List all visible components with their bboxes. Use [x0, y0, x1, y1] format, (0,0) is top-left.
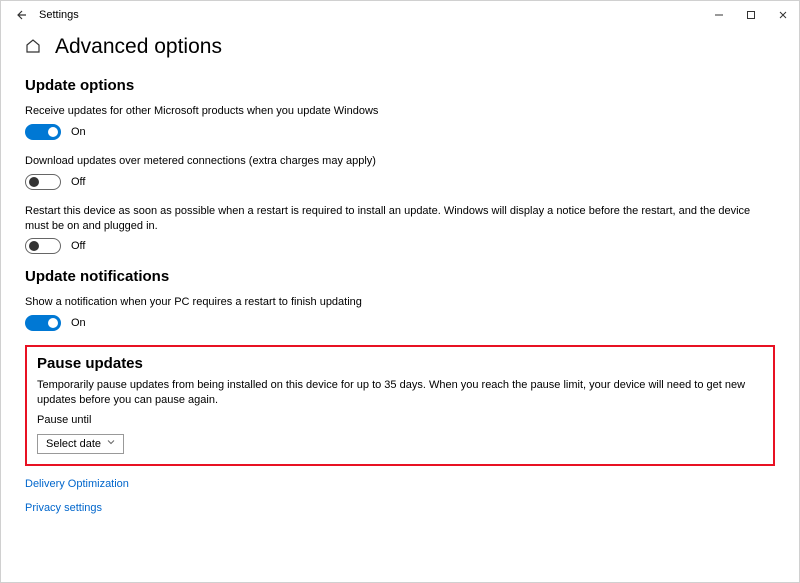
option-text-notification: Show a notification when your PC require… — [25, 295, 775, 310]
titlebar: Settings — [1, 1, 799, 29]
toggle-row-restart: Off — [25, 238, 775, 254]
toggle-row-receive-updates: On — [25, 124, 775, 140]
section-title-update-notifications: Update notifications — [25, 268, 775, 285]
toggle-label-receive-updates: On — [71, 126, 86, 138]
toggle-label-notification: On — [71, 317, 86, 329]
window-controls — [703, 1, 799, 29]
pause-until-label: Pause until — [37, 413, 763, 428]
pause-date-select[interactable]: Select date — [37, 434, 124, 454]
link-delivery-optimization[interactable]: Delivery Optimization — [25, 478, 775, 490]
option-text-metered: Download updates over metered connection… — [25, 154, 775, 169]
toggle-label-restart: Off — [71, 240, 85, 252]
option-text-receive-updates: Receive updates for other Microsoft prod… — [25, 104, 775, 119]
toggle-metered[interactable] — [25, 174, 61, 190]
toggle-row-metered: Off — [25, 174, 775, 190]
pause-updates-highlight: Pause updates Temporarily pause updates … — [25, 345, 775, 466]
section-title-pause-updates: Pause updates — [37, 355, 763, 372]
maximize-button[interactable] — [735, 1, 767, 29]
chevron-down-icon — [107, 438, 115, 449]
toggle-label-metered: Off — [71, 176, 85, 188]
minimize-button[interactable] — [703, 1, 735, 29]
page-header: Advanced options — [25, 35, 775, 59]
toggle-notification[interactable] — [25, 315, 61, 331]
back-button[interactable] — [9, 3, 33, 27]
back-arrow-icon — [15, 9, 27, 21]
home-icon[interactable] — [25, 38, 41, 57]
toggle-row-notification: On — [25, 315, 775, 331]
pause-date-value: Select date — [46, 438, 101, 450]
content-area: Advanced options Update options Receive … — [1, 29, 799, 514]
close-button[interactable] — [767, 1, 799, 29]
window-title: Settings — [39, 9, 79, 21]
maximize-icon — [746, 10, 756, 20]
section-title-update-options: Update options — [25, 77, 775, 94]
pause-updates-description: Temporarily pause updates from being ins… — [37, 378, 763, 408]
minimize-icon — [714, 10, 724, 20]
page-title: Advanced options — [55, 35, 222, 59]
link-privacy-settings[interactable]: Privacy settings — [25, 502, 775, 514]
toggle-restart[interactable] — [25, 238, 61, 254]
option-text-restart: Restart this device as soon as possible … — [25, 204, 775, 234]
close-icon — [778, 10, 788, 20]
toggle-receive-updates[interactable] — [25, 124, 61, 140]
